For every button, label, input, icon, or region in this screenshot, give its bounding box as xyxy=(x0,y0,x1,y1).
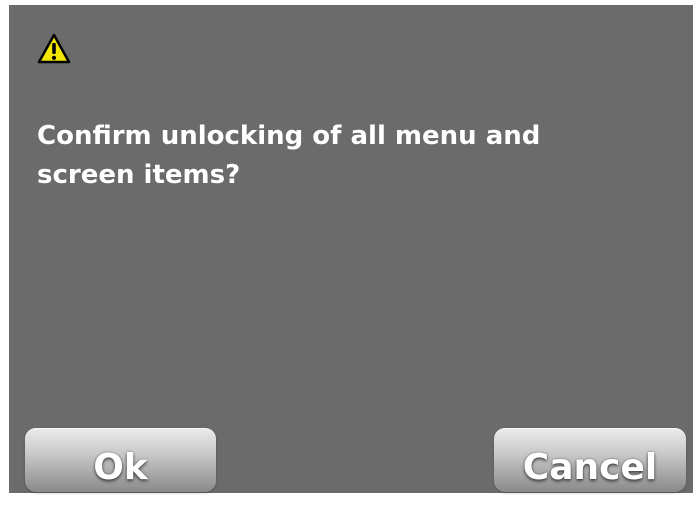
ok-button-label: Ok xyxy=(93,446,148,488)
cancel-button[interactable]: Cancel xyxy=(494,428,686,492)
warning-icon xyxy=(37,33,71,65)
cancel-button-label: Cancel xyxy=(522,446,658,488)
ok-button[interactable]: Ok xyxy=(25,428,216,492)
confirm-dialog: Confirm unlocking of all menu and screen… xyxy=(9,5,693,493)
confirm-message-line-1: Confirm unlocking of all menu and xyxy=(37,121,541,151)
confirm-message-line-2: screen items? xyxy=(37,160,241,190)
confirm-message: Confirm unlocking of all menu and screen… xyxy=(37,117,677,195)
